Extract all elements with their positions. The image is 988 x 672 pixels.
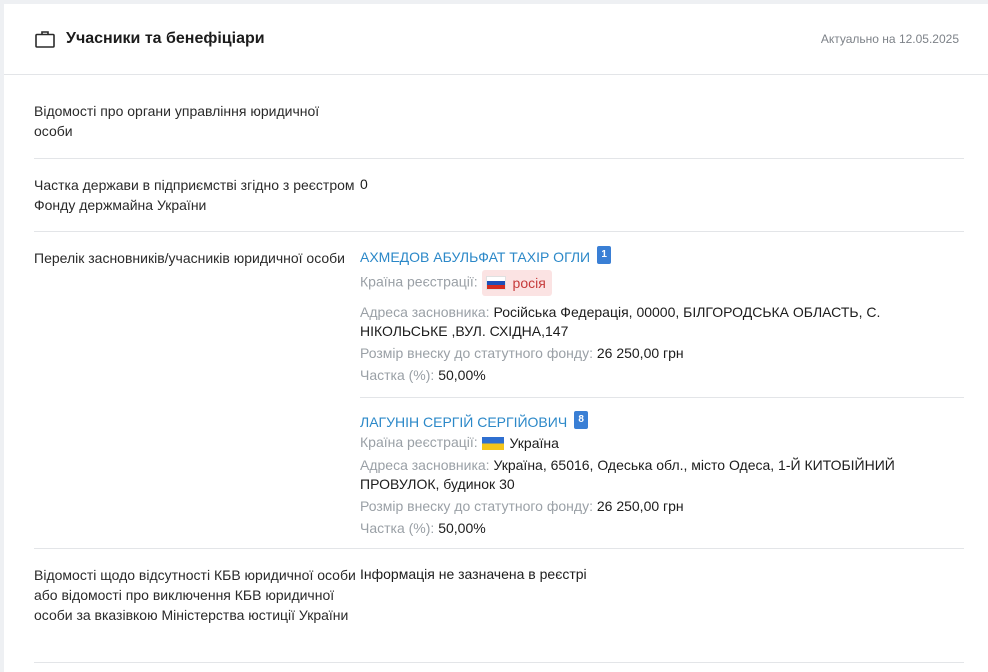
address-label: Адреса засновника:: [360, 456, 490, 473]
founder-item: ЛАГУНІН СЕРГІЙ СЕРГІЙОВИЧ 8 Країна реєст…: [360, 397, 964, 550]
address-field: Адреса засновника: Російська Федерація, …: [360, 303, 964, 341]
share-label: Частка (%):: [360, 519, 435, 536]
briefcase-icon: [35, 29, 57, 49]
row-label: Відомості про органи управління юридично…: [34, 103, 320, 139]
row-value: Інформація не зазначена в реєстрі: [360, 566, 587, 582]
contribution-value: 26 250,00 грн: [596, 497, 684, 514]
row-governing-bodies: Відомості про органи управління юридично…: [34, 75, 964, 159]
contribution-value: 26 250,00 грн: [596, 345, 684, 361]
share-value: 50,00%: [438, 519, 486, 536]
share-label: Частка (%):: [360, 367, 435, 383]
actuality-date: Актуально на 12.05.2025: [820, 32, 959, 46]
country-name: росія: [512, 274, 546, 291]
row-label: Перелік засновників/учасників юридичної …: [34, 250, 345, 266]
founder-badge[interactable]: 1: [597, 246, 612, 264]
country-label: Країна реєстрації:: [360, 273, 478, 290]
row-label: Відомості щодо відсутності КБВ юридичної…: [34, 567, 356, 623]
country-field: Країна реєстрації: росія: [360, 270, 964, 296]
country-field: Країна реєстрації: Україна: [360, 433, 964, 453]
country-name: Україна: [509, 434, 559, 451]
country-badge: росія: [481, 270, 552, 296]
address-field: Адреса засновника: Україна, 65016, Одесь…: [360, 456, 964, 494]
row-state-share: Частка держави в підприємстві згідно з р…: [34, 159, 964, 232]
founders-list: АХМЕДОВ АБУЛЬФАТ ТАХІР ОГЛИ 1 Країна реє…: [360, 232, 964, 548]
share-value: 50,00%: [438, 367, 486, 383]
share-field: Частка (%): 50,00%: [360, 366, 964, 385]
card-header: Учасники та бенефіціари Актуально на 12.…: [4, 4, 988, 75]
share-field: Частка (%): 50,00%: [360, 519, 964, 538]
row-label: Частка держави в підприємстві згідно з р…: [34, 177, 355, 213]
founder-name-link[interactable]: АХМЕДОВ АБУЛЬФАТ ТАХІР ОГЛИ: [360, 247, 590, 267]
contribution-field: Розмір внеску до статутного фонду: 26 25…: [360, 344, 964, 363]
card-title: Учасники та бенефіціари: [66, 30, 265, 47]
row-value: [360, 75, 964, 158]
contribution-label: Розмір внеску до статутного фонду:: [360, 345, 593, 361]
country-badge: Україна: [481, 434, 559, 453]
country-label: Країна реєстрації:: [360, 434, 478, 450]
participants-card: Учасники та бенефіціари Актуально на 12.…: [4, 4, 988, 672]
info-rows: Відомості про органи управління юридично…: [4, 75, 988, 663]
founder-name-link[interactable]: ЛАГУНІН СЕРГІЙ СЕРГІЙОВИЧ: [360, 412, 567, 432]
contribution-field: Розмір внеску до статутного фонду: 26 25…: [360, 497, 964, 516]
contribution-label: Розмір внеску до статутного фонду:: [360, 497, 593, 514]
russia-flag-icon: [485, 276, 506, 290]
row-value: 0: [360, 176, 368, 192]
row-founders: Перелік засновників/учасників юридичної …: [34, 232, 964, 549]
founder-badge[interactable]: 8: [574, 411, 589, 429]
address-label: Адреса засновника:: [360, 304, 490, 320]
founder-item: АХМЕДОВ АБУЛЬФАТ ТАХІР ОГЛИ 1 Країна реє…: [360, 246, 964, 397]
row-beneficiary-info: Відомості щодо відсутності КБВ юридичної…: [34, 549, 964, 663]
ukraine-flag-icon: [481, 436, 504, 450]
